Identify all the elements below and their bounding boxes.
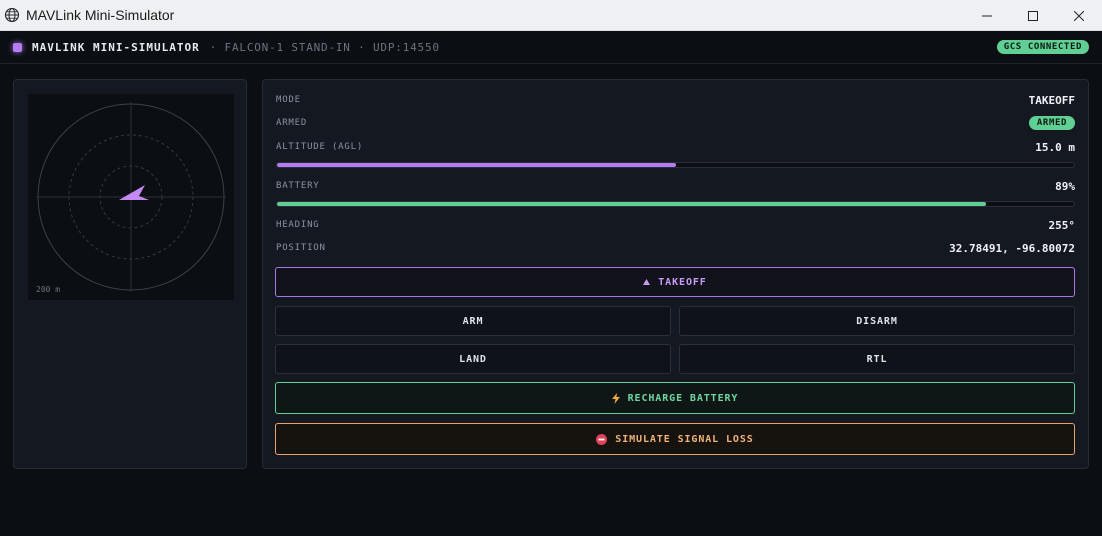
app-header: MAVLINK MINI-SIMULATOR · FALCON-1 STAND-… xyxy=(0,31,1102,64)
heading-label: HEADING xyxy=(276,220,320,230)
maximize-button[interactable] xyxy=(1010,0,1056,31)
lightning-icon xyxy=(611,392,620,404)
takeoff-button-label: TAKEOFF xyxy=(658,276,707,288)
minimize-icon xyxy=(982,15,992,16)
radar-display: 200 m xyxy=(28,94,234,300)
recharge-battery-button[interactable]: RECHARGE BATTERY xyxy=(275,382,1075,414)
minimize-button[interactable] xyxy=(964,0,1010,31)
armed-row: ARMED ARMED xyxy=(276,115,1075,131)
armed-label: ARMED xyxy=(276,118,308,128)
battery-bar xyxy=(276,201,1075,207)
drone-heading-icon xyxy=(119,185,149,200)
close-icon xyxy=(1074,10,1084,21)
radar-svg xyxy=(36,102,226,292)
position-label: POSITION xyxy=(276,243,326,253)
arm-button[interactable]: ARM xyxy=(275,306,671,336)
mode-label: MODE xyxy=(276,95,301,105)
simulate-signal-loss-button[interactable]: SIMULATE SIGNAL LOSS xyxy=(275,423,1075,455)
armed-status-badge: ARMED xyxy=(1028,116,1075,130)
position-row: POSITION 32.78491, -96.80072 xyxy=(276,240,1075,256)
altitude-bar-fill xyxy=(277,163,676,167)
app-brand: MAVLINK MINI-SIMULATOR xyxy=(32,40,200,54)
no-entry-icon xyxy=(596,433,608,445)
heading-row: HEADING 255° xyxy=(276,217,1075,233)
radar-scale-label: 200 m xyxy=(36,285,61,294)
window-titlebar: MAVLink Mini-Simulator xyxy=(0,0,1102,31)
status-indicator-icon xyxy=(13,42,22,52)
battery-label: BATTERY xyxy=(276,181,320,191)
close-button[interactable] xyxy=(1056,0,1102,31)
battery-bar-fill xyxy=(277,202,987,206)
signal-loss-button-label: SIMULATE SIGNAL LOSS xyxy=(615,433,754,445)
globe-icon xyxy=(4,7,20,23)
rtl-button-label: RTL xyxy=(866,353,888,365)
land-button[interactable]: LAND xyxy=(275,344,671,374)
land-button-label: LAND xyxy=(459,353,487,365)
altitude-value: 15.0 m xyxy=(1035,140,1075,154)
battery-row: BATTERY 89% xyxy=(276,178,1075,194)
telemetry-panel: MODE TAKEOFF ARMED ARMED ALTITUDE (AGL) … xyxy=(262,79,1089,469)
disarm-button-label: DISARM xyxy=(856,315,898,327)
altitude-row: ALTITUDE (AGL) 15.0 m xyxy=(276,139,1075,155)
triangle-up-icon xyxy=(643,279,651,285)
heading-value: 255° xyxy=(1048,218,1076,232)
disarm-button[interactable]: DISARM xyxy=(679,306,1075,336)
mode-value: TAKEOFF xyxy=(1028,93,1075,107)
mode-row: MODE TAKEOFF xyxy=(276,92,1075,108)
app-subtitle: · FALCON-1 STAND-IN · UDP:14550 xyxy=(209,40,440,54)
recharge-button-label: RECHARGE BATTERY xyxy=(627,392,739,404)
radar-panel: 200 m xyxy=(13,79,247,469)
rtl-button[interactable]: RTL xyxy=(679,344,1075,374)
battery-value: 89% xyxy=(1055,179,1075,193)
arm-button-label: ARM xyxy=(462,315,484,327)
window-title: MAVLink Mini-Simulator xyxy=(26,7,175,23)
gcs-status-badge: GCS CONNECTED xyxy=(996,40,1089,54)
position-value: 32.78491, -96.80072 xyxy=(949,241,1075,255)
takeoff-button[interactable]: TAKEOFF xyxy=(275,267,1075,297)
maximize-icon xyxy=(1028,10,1038,21)
altitude-bar xyxy=(276,162,1075,168)
altitude-label: ALTITUDE (AGL) xyxy=(276,142,364,152)
